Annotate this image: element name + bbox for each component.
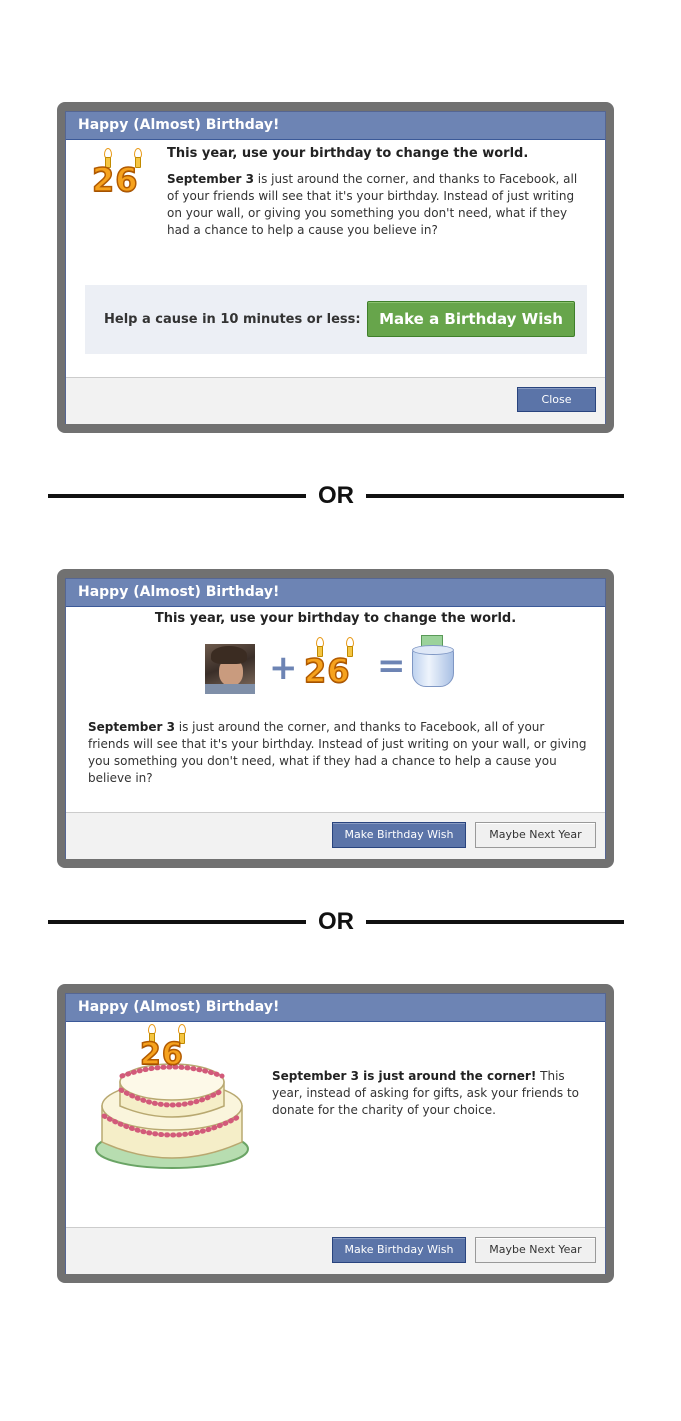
headline: This year, use your birthday to change t… xyxy=(154,611,517,626)
birthday-date: September 3 xyxy=(167,172,254,186)
description: September 3 is just around the corner, a… xyxy=(88,719,588,787)
make-birthday-wish-button[interactable]: Make Birthday Wish xyxy=(332,822,466,848)
dialog-content: Happy (Almost) Birthday! This year, use … xyxy=(65,578,606,859)
birthday-dialog-variant-1: Happy (Almost) Birthday! 26 This year, u… xyxy=(57,102,614,433)
description: September 3 is just around the corner, a… xyxy=(167,171,587,239)
divider-line xyxy=(48,920,306,924)
make-birthday-wish-button[interactable]: Make Birthday Wish xyxy=(332,1237,466,1263)
age-26-candles-icon: 26 xyxy=(91,148,154,199)
close-button[interactable]: Close xyxy=(517,387,596,412)
age-number: 26 xyxy=(303,652,351,690)
age-number: 26 xyxy=(139,1037,184,1073)
make-a-birthday-wish-button[interactable]: Make a Birthday Wish xyxy=(367,301,575,337)
divider-line xyxy=(48,494,306,498)
age-number: 26 xyxy=(91,161,139,199)
cta-box: Help a cause in 10 minutes or less: Make… xyxy=(85,285,587,354)
birthday-dialog-variant-3: Happy (Almost) Birthday! 26 September 3 … xyxy=(57,984,614,1283)
dialog-title: Happy (Almost) Birthday! xyxy=(66,994,605,1022)
dialog-content: Happy (Almost) Birthday! 26 This year, u… xyxy=(65,111,606,424)
dialog-footer: Make Birthday Wish Maybe Next Year xyxy=(66,1227,605,1274)
maybe-next-year-button[interactable]: Maybe Next Year xyxy=(475,822,596,848)
or-separator: OR xyxy=(48,476,624,516)
dialog-footer: Close xyxy=(66,377,605,424)
dialog-content: Happy (Almost) Birthday! 26 September 3 … xyxy=(65,993,606,1274)
divider-line xyxy=(366,920,624,924)
headline: This year, use your birthday to change t… xyxy=(167,146,529,161)
birthday-date: September 3 xyxy=(88,720,175,734)
equals-sign: = xyxy=(377,646,406,686)
birthday-dialog-variant-2: Happy (Almost) Birthday! This year, use … xyxy=(57,569,614,868)
plus-sign: + xyxy=(269,648,298,688)
description: September 3 is just around the corner! T… xyxy=(272,1068,592,1119)
profile-photo xyxy=(205,644,255,694)
birthday-cake-icon: 26 xyxy=(92,1024,252,1174)
date-headline: September 3 is just around the corner! xyxy=(272,1069,537,1083)
dialog-title: Happy (Almost) Birthday! xyxy=(66,112,605,140)
dialog-footer: Make Birthday Wish Maybe Next Year xyxy=(66,812,605,859)
cta-text: Help a cause in 10 minutes or less: xyxy=(104,312,361,327)
maybe-next-year-button[interactable]: Maybe Next Year xyxy=(475,1237,596,1263)
donation-jar-icon xyxy=(409,635,459,691)
divider-line xyxy=(366,494,624,498)
age-26-candles-icon: 26 xyxy=(303,637,366,691)
or-label: OR xyxy=(318,482,354,509)
dialog-title: Happy (Almost) Birthday! xyxy=(66,579,605,607)
or-label: OR xyxy=(318,908,354,935)
or-separator: OR xyxy=(48,902,624,942)
